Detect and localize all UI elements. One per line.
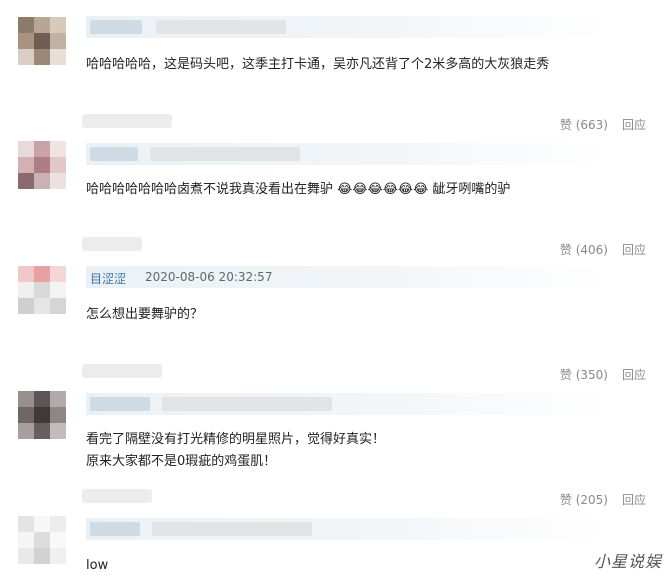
avatar[interactable] <box>18 391 66 439</box>
comment-item: 哈哈哈哈哈，这是码头吧，这季主打卡通，吴亦凡还背了个2米多高的大灰狼走秀 赞 (… <box>0 0 670 135</box>
comment-text: low <box>86 558 109 573</box>
avatar[interactable] <box>18 516 66 564</box>
comment-item: 哈哈哈哈哈哈哈卤煮不说我真没看出在舞驴 😂😂😂😂😂😂 龇牙咧嘴的驴 赞 (406… <box>0 135 670 260</box>
reply-button[interactable]: 回应 <box>622 243 646 257</box>
avatar[interactable] <box>18 141 66 189</box>
watermark: 小星说娱 <box>593 552 662 571</box>
avatar[interactable] <box>18 17 66 65</box>
comment-item: 目涩涩 2020-08-06 20:32:57 怎么想出要舞驴的？ 赞 (350… <box>0 260 670 385</box>
comment-actions: 赞 (350) 回应 <box>560 366 646 383</box>
reply-button[interactable]: 回应 <box>622 493 646 507</box>
comment-meta <box>86 518 606 540</box>
like-button[interactable]: 赞 (350) <box>560 368 608 382</box>
like-button[interactable]: 赞 (406) <box>560 243 608 257</box>
comment-text: 哈哈哈哈哈哈哈卤煮不说我真没看出在舞驴 😂😂😂😂😂😂 龇牙咧嘴的驴 <box>86 182 511 197</box>
comment-meta <box>86 16 606 38</box>
username-link[interactable]: 目涩涩 <box>90 270 126 287</box>
comment-actions: 赞 (406) 回应 <box>560 241 646 258</box>
reply-button[interactable]: 回应 <box>622 118 646 132</box>
avatar[interactable] <box>18 266 66 314</box>
comment-actions: 赞 (205) 回应 <box>560 491 646 508</box>
comment-timestamp: 2020-08-06 20:32:57 <box>145 270 273 284</box>
comment-meta <box>86 393 606 415</box>
like-button[interactable]: 赞 (205) <box>560 493 608 507</box>
comment-meta <box>86 143 606 165</box>
comment-text: 怎么想出要舞驴的？ <box>86 307 204 322</box>
comment-text: 原来大家都不是0瑕疵的鸡蛋肌！ <box>86 454 277 469</box>
comment-text: 看完了隔壁没有打光精修的明星照片，觉得好真实！ <box>86 432 386 447</box>
reply-button[interactable]: 回应 <box>622 368 646 382</box>
comment-actions: 赞 (663) 回应 <box>560 116 646 133</box>
comment-text: 哈哈哈哈哈，这是码头吧，这季主打卡通，吴亦凡还背了个2米多高的大灰狼走秀 <box>86 57 550 72</box>
comment-item: low <box>0 510 670 578</box>
like-button[interactable]: 赞 (663) <box>560 118 608 132</box>
comment-item: 看完了隔壁没有打光精修的明星照片，觉得好真实！ 原来大家都不是0瑕疵的鸡蛋肌！ … <box>0 385 670 510</box>
